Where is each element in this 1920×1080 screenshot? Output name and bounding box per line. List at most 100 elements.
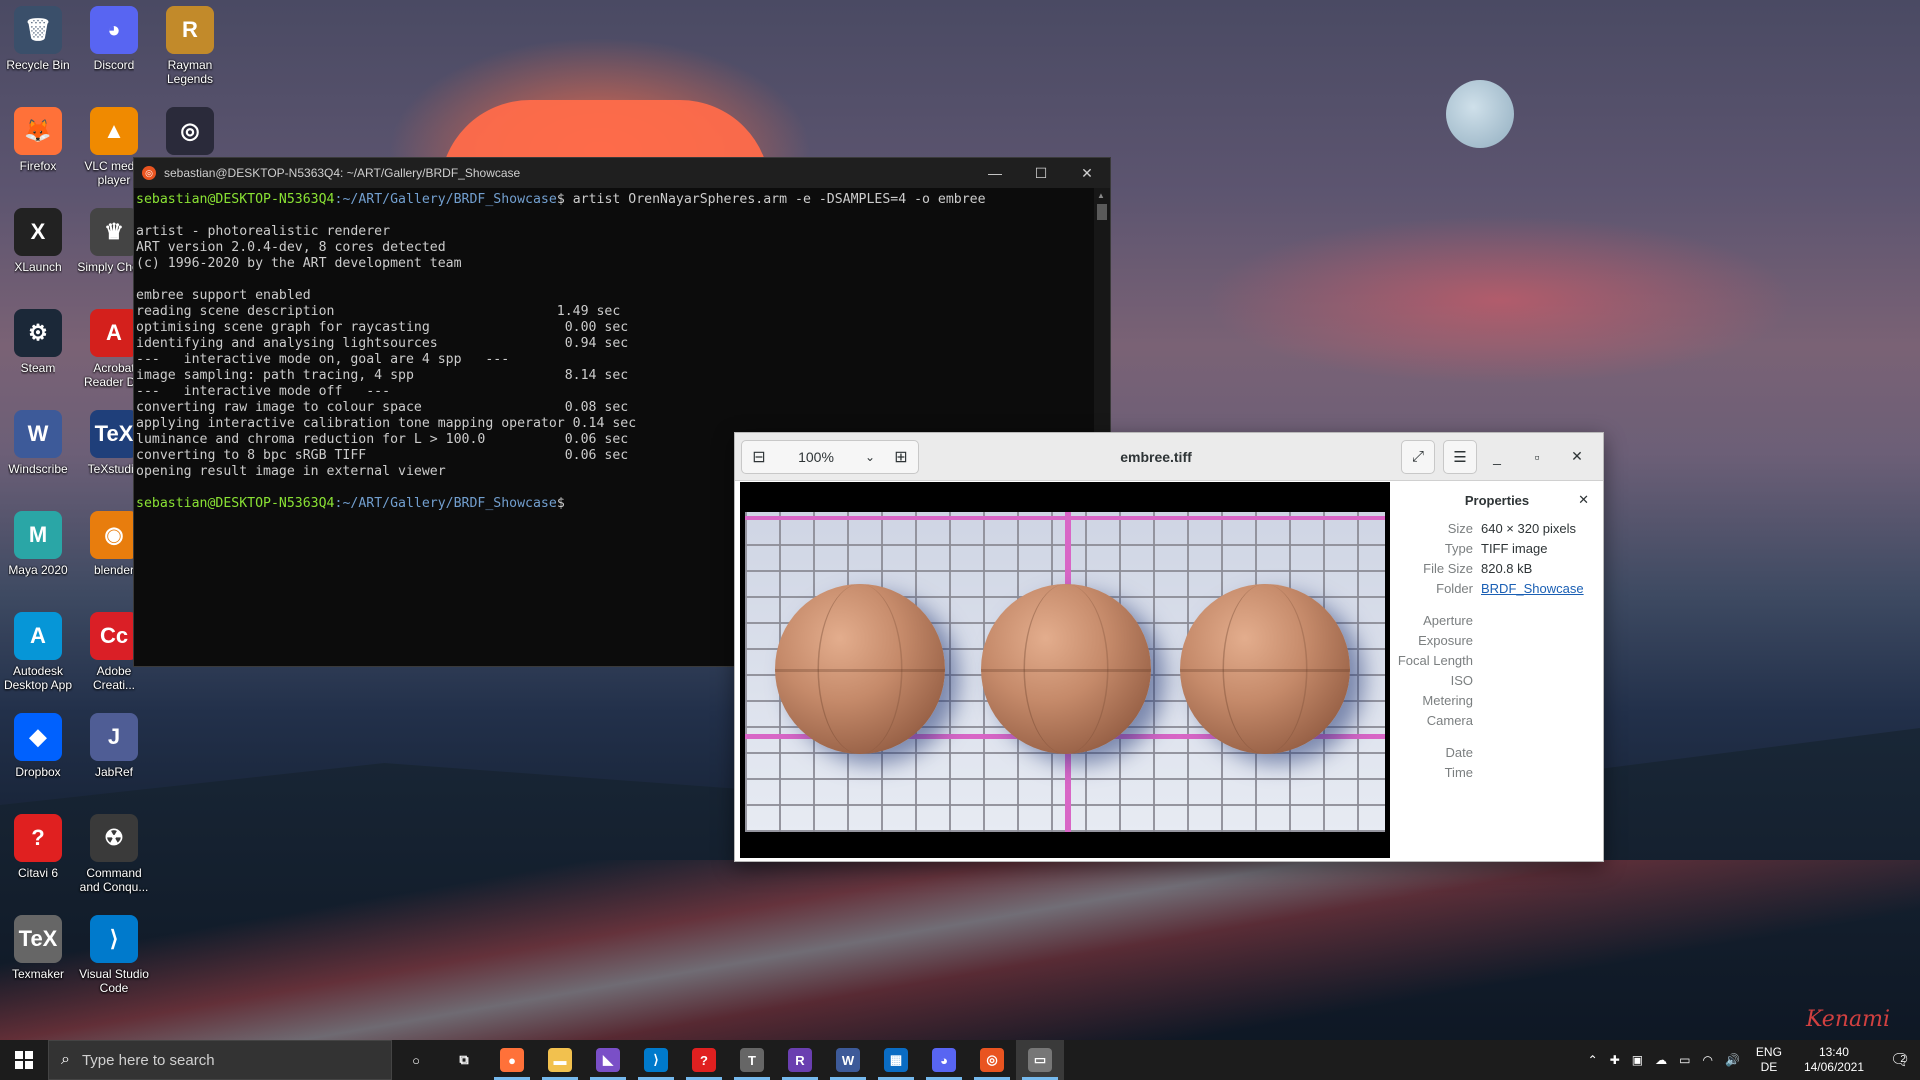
image-viewer-window[interactable]: ⊟ 100% ⌄ ⊞ embree.tiff ⤢ ☰ _ ▫ ✕ Propert… [734, 432, 1604, 862]
maximize-button[interactable]: ▫ [1517, 440, 1557, 474]
taskbar-firefox-button[interactable]: ● [488, 1040, 536, 1080]
taskbar-rayman-button[interactable]: R [776, 1040, 824, 1080]
desktop-icon[interactable]: X XLaunch [0, 208, 76, 274]
prompt-path-final: :~/ART/Gallery/BRDF_Showcase [334, 496, 557, 511]
property-row: Type TIFF image [1391, 538, 1603, 558]
notification-center-button[interactable]: 🗨 2 [1876, 1050, 1920, 1070]
app-icon: ▲ [90, 107, 138, 155]
desktop-icon[interactable]: TeX Texmaker [0, 915, 76, 981]
app-icon: TeX [14, 915, 62, 963]
desktop-icon[interactable]: M Maya 2020 [0, 511, 76, 577]
taskbar-task-view-button[interactable]: ⧉ [440, 1040, 488, 1080]
zoom-in-button[interactable]: ⊞ [884, 441, 918, 473]
notification-count: 2 [1900, 1054, 1906, 1065]
zoom-out-button[interactable]: ⊟ [742, 441, 776, 473]
scroll-up-icon[interactable]: ▲ [1097, 191, 1105, 200]
property-row: Folder BRDF_Showcase [1391, 578, 1603, 598]
terminal-line: luminance and chroma reduction for L > 1… [136, 432, 629, 447]
wifi-icon[interactable]: ◠ [1696, 1053, 1718, 1067]
terminal-line: converting to 8 bpc sRGB TIFF 0.06 sec [136, 448, 629, 463]
app-icon: X [14, 208, 62, 256]
close-button[interactable]: ✕ [1064, 158, 1110, 188]
taskbar-cortana-button[interactable]: ○ [392, 1040, 440, 1080]
taskbar-image-viewer-button[interactable]: ▭ [1016, 1040, 1064, 1080]
close-button[interactable]: ✕ [1557, 440, 1597, 474]
desktop-icon[interactable]: ◎ [152, 107, 228, 159]
oren-nayar-sphere [775, 584, 945, 754]
desktop-icon[interactable]: 🦊 Firefox [0, 107, 76, 173]
volume-icon[interactable]: 🔊 [1719, 1053, 1746, 1067]
zoom-level[interactable]: 100% [776, 449, 856, 465]
clock[interactable]: 13:40 14/06/2021 [1792, 1045, 1876, 1075]
desktop-icon[interactable]: ☢ Command and Conqu... [76, 814, 152, 894]
desktop-icon-label: Steam [20, 361, 56, 375]
desktop-icon-label: Adobe Creati... [92, 664, 135, 692]
minimize-button[interactable]: _ [1477, 440, 1517, 474]
terminal-titlebar[interactable]: ◎ sebastian@DESKTOP-N5363Q4: ~/ART/Galle… [134, 158, 1110, 188]
terminal-line: image sampling: path tracing, 4 spp 8.14… [136, 368, 629, 383]
tray-app-icon[interactable]: ✚ [1604, 1053, 1626, 1067]
start-button[interactable] [0, 1040, 48, 1080]
desktop-icon[interactable]: ⟩ Visual Studio Code [76, 915, 152, 995]
app-icon: J [90, 713, 138, 761]
taskbar-store-button[interactable]: ▦ [872, 1040, 920, 1080]
property-key: File Size [1423, 560, 1473, 576]
taskbar-file-explorer-button[interactable]: ▬ [536, 1040, 584, 1080]
desktop-icon[interactable]: ? Citavi 6 [0, 814, 76, 880]
store-icon: ▦ [884, 1048, 908, 1072]
scrollbar-thumb[interactable] [1097, 204, 1107, 220]
taskbar-vscode-button[interactable]: ⟩ [632, 1040, 680, 1080]
desktop-icon[interactable]: ◕ Discord [76, 6, 152, 72]
app-icon: 🦊 [14, 107, 62, 155]
taskbar-ubuntu-button[interactable]: ◎ [968, 1040, 1016, 1080]
app-icon: ◉ [90, 511, 138, 559]
visual-studio-icon: ◣ [596, 1048, 620, 1072]
taskbar-windscribe-button[interactable]: W [824, 1040, 872, 1080]
image-canvas[interactable] [740, 482, 1390, 858]
taskbar-texmaker-button[interactable]: T [728, 1040, 776, 1080]
desktop-icon[interactable]: J JabRef [76, 713, 152, 779]
rayman-icon: R [788, 1048, 812, 1072]
app-icon: ⚙ [14, 309, 62, 357]
desktop-icon[interactable]: ⚙ Steam [0, 309, 76, 375]
viewer-headerbar[interactable]: ⊟ 100% ⌄ ⊞ embree.tiff ⤢ ☰ _ ▫ ✕ [735, 433, 1603, 481]
close-icon[interactable]: ✕ [1578, 492, 1589, 508]
terminal-line: opening result image in external viewer [136, 464, 446, 479]
menu-button[interactable]: ☰ [1443, 439, 1477, 474]
app-icon: ♛ [90, 208, 138, 256]
onedrive-icon[interactable]: ☁ [1649, 1053, 1673, 1067]
desktop-icon[interactable]: R Rayman Legends [152, 6, 228, 86]
property-key: Folder [1436, 580, 1473, 596]
chevron-up-icon[interactable]: ⌃ [1582, 1053, 1604, 1067]
taskbar-visual-studio-button[interactable]: ◣ [584, 1040, 632, 1080]
tray-app-icon[interactable]: ▣ [1626, 1053, 1649, 1067]
property-row: Size 640 × 320 pixels [1391, 518, 1603, 538]
app-icon: R [166, 6, 214, 54]
clock-time: 13:40 [1818, 1045, 1849, 1059]
taskbar-citavi-button[interactable]: ? [680, 1040, 728, 1080]
search-box[interactable]: ⌕ Type here to search [48, 1040, 392, 1080]
desktop-icon-label: Maya 2020 [8, 563, 68, 577]
property-row: Camera [1391, 710, 1603, 730]
language-indicator[interactable]: ENG DE [1746, 1045, 1792, 1075]
desktop-icon[interactable]: 🗑 Recycle Bin [0, 6, 76, 72]
battery-icon[interactable]: ▭ [1673, 1053, 1696, 1067]
minimize-button[interactable]: — [972, 158, 1018, 188]
oren-nayar-sphere [1180, 584, 1350, 754]
desktop-icon[interactable]: W Windscribe [0, 410, 76, 476]
windscribe-icon: W [836, 1048, 860, 1072]
desktop-icon[interactable]: ◆ Dropbox [0, 713, 76, 779]
maximize-button[interactable]: ☐ [1018, 158, 1064, 188]
terminal-line: --- interactive mode off --- [136, 384, 391, 399]
desktop-icon-label: Discord [93, 58, 135, 72]
terminal-line: converting raw image to colour space 0.0… [136, 400, 629, 415]
task-view-icon: ⧉ [459, 1052, 469, 1067]
app-icon: ◕ [90, 6, 138, 54]
desktop-icon-label: Texmaker [11, 967, 64, 981]
fullscreen-button[interactable]: ⤢ [1401, 439, 1435, 474]
desktop-icon[interactable]: A Autodesk Desktop App [0, 612, 76, 692]
desktop-icon-label: Citavi 6 [17, 866, 58, 880]
taskbar-discord-button[interactable]: ◕ [920, 1040, 968, 1080]
folder-link[interactable]: BRDF_Showcase [1481, 581, 1603, 596]
chevron-down-icon[interactable]: ⌄ [856, 450, 884, 464]
